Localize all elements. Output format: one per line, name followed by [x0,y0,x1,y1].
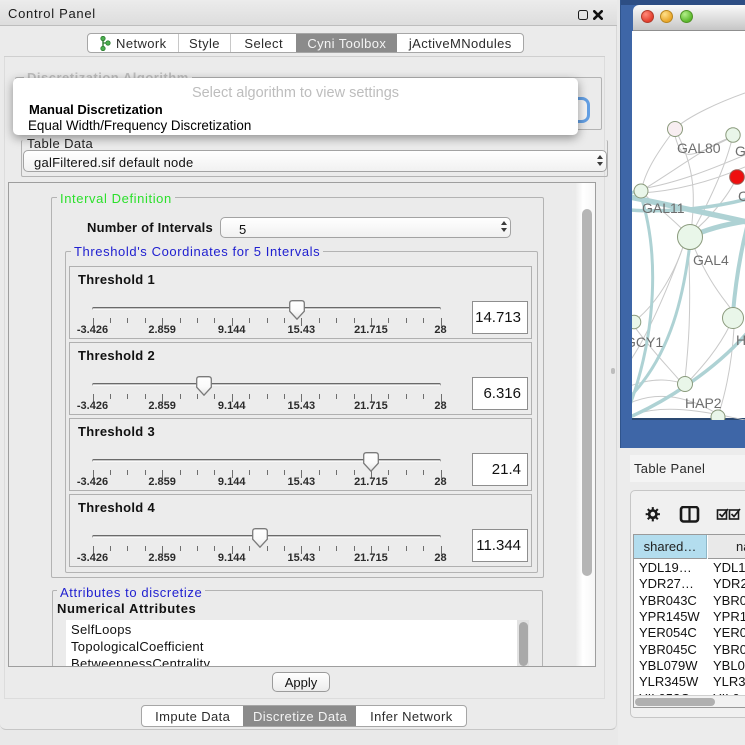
svg-text:GAL11: GAL11 [642,200,685,216]
svg-text:G.: G. [735,143,745,159]
svg-text:GAL80: GAL80 [677,140,721,156]
svg-text:GCY1: GCY1 [632,334,663,350]
svg-text:GAL4: GAL4 [693,252,729,268]
svg-text:H: H [736,332,745,348]
svg-text:C: C [738,188,745,204]
svg-text:HAP2: HAP2 [685,395,722,411]
